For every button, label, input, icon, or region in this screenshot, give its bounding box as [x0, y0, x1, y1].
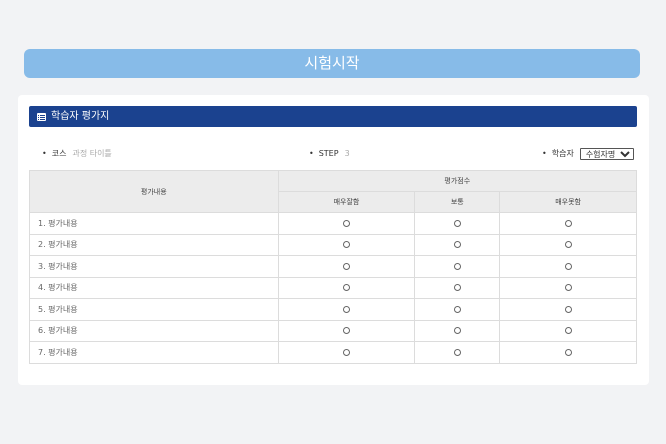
- learner-label: 학습자: [551, 149, 574, 158]
- table-row: 5. 평가내용: [29, 298, 637, 321]
- card-title: 학습자 평가지: [51, 111, 110, 122]
- step-value: 3: [344, 149, 350, 158]
- evaluation-table: 평가내용 평가점수 매우잘함 보통 매우못함 1. 평가내용 2. 평가내용 3. …: [29, 170, 638, 364]
- evaluation-item: 1. 평가내용: [29, 212, 279, 235]
- radio-cell: [414, 233, 501, 256]
- radio-button[interactable]: [453, 327, 461, 335]
- radio-button[interactable]: [342, 219, 350, 227]
- radio-button[interactable]: [453, 262, 461, 270]
- radio-button[interactable]: [342, 284, 350, 292]
- radio-cell: [277, 276, 416, 299]
- evaluation-item: 7. 평가내용: [29, 341, 279, 364]
- radio-button[interactable]: [564, 284, 572, 292]
- course-value: 과정 타이틀: [72, 149, 112, 158]
- radio-cell: [499, 276, 637, 299]
- radio-cell: [277, 212, 416, 235]
- radio-cell: [499, 212, 637, 235]
- card-header: 학습자 평가지: [29, 106, 637, 127]
- table-row: 2. 평가내용: [29, 233, 637, 256]
- radio-button[interactable]: [564, 241, 572, 249]
- radio-cell: [414, 298, 501, 321]
- radio-button[interactable]: [453, 284, 461, 292]
- radio-cell: [414, 319, 501, 342]
- header-content: 평가내용: [29, 170, 279, 213]
- radio-cell: [499, 298, 637, 321]
- table-row: 4. 평가내용: [29, 276, 637, 299]
- radio-button[interactable]: [453, 241, 461, 249]
- learner-select[interactable]: 수험자명: [579, 148, 634, 160]
- start-exam-button[interactable]: 시험시작: [24, 49, 640, 78]
- evaluation-item: 2. 평가내용: [29, 233, 279, 256]
- radio-cell: [499, 255, 637, 278]
- table-row: 3. 평가내용: [29, 255, 637, 278]
- radio-cell: [277, 298, 416, 321]
- evaluation-item: 3. 평가내용: [29, 255, 279, 278]
- radio-cell: [277, 341, 416, 364]
- evaluation-item: 4. 평가내용: [29, 276, 279, 299]
- radio-cell: [499, 341, 637, 364]
- header-excellent: 매우잘함: [277, 191, 416, 213]
- radio-button[interactable]: [342, 348, 350, 356]
- bullet: •: [542, 149, 547, 158]
- evaluation-card: 학습자 평가지 • 코스 과정 타이틀 • STEP 3 • 학습자 수험자명 …: [18, 95, 649, 385]
- table-row: 6. 평가내용: [29, 319, 637, 342]
- header-average: 보통: [414, 191, 501, 213]
- radio-button[interactable]: [564, 262, 572, 270]
- radio-cell: [277, 233, 416, 256]
- step-label: STEP: [318, 149, 339, 158]
- table-row: 7. 평가내용: [29, 341, 637, 364]
- table-row: 1. 평가내용: [29, 212, 637, 235]
- evaluation-item: 5. 평가내용: [29, 298, 279, 321]
- radio-button[interactable]: [342, 262, 350, 270]
- radio-button[interactable]: [564, 305, 572, 313]
- learner-info: • 학습자 수험자명: [542, 147, 634, 161]
- evaluation-item: 6. 평가내용: [29, 319, 279, 342]
- course-label: 코스: [51, 149, 67, 158]
- radio-button[interactable]: [453, 305, 461, 313]
- bullet: •: [42, 149, 47, 158]
- list-icon: [37, 112, 46, 121]
- header-poor: 매우못함: [499, 191, 637, 213]
- radio-button[interactable]: [564, 219, 572, 227]
- radio-button[interactable]: [342, 305, 350, 313]
- bullet: •: [309, 149, 314, 158]
- radio-cell: [277, 255, 416, 278]
- radio-cell: [414, 212, 501, 235]
- radio-cell: [414, 255, 501, 278]
- header-score: 평가점수: [277, 170, 638, 192]
- step-info: • STEP 3: [309, 147, 350, 161]
- radio-cell: [277, 319, 416, 342]
- radio-button[interactable]: [564, 348, 572, 356]
- radio-button[interactable]: [342, 241, 350, 249]
- table-body: 1. 평가내용 2. 평가내용 3. 평가내용 4. 평가내용 5. 평가내용 6. 평가…: [29, 212, 637, 364]
- radio-button[interactable]: [453, 348, 461, 356]
- radio-button[interactable]: [453, 219, 461, 227]
- radio-button[interactable]: [564, 327, 572, 335]
- radio-cell: [499, 319, 637, 342]
- course-info: • 코스 과정 타이틀: [42, 147, 112, 161]
- radio-cell: [414, 276, 501, 299]
- radio-cell: [499, 233, 637, 256]
- radio-cell: [414, 341, 501, 364]
- radio-button[interactable]: [342, 327, 350, 335]
